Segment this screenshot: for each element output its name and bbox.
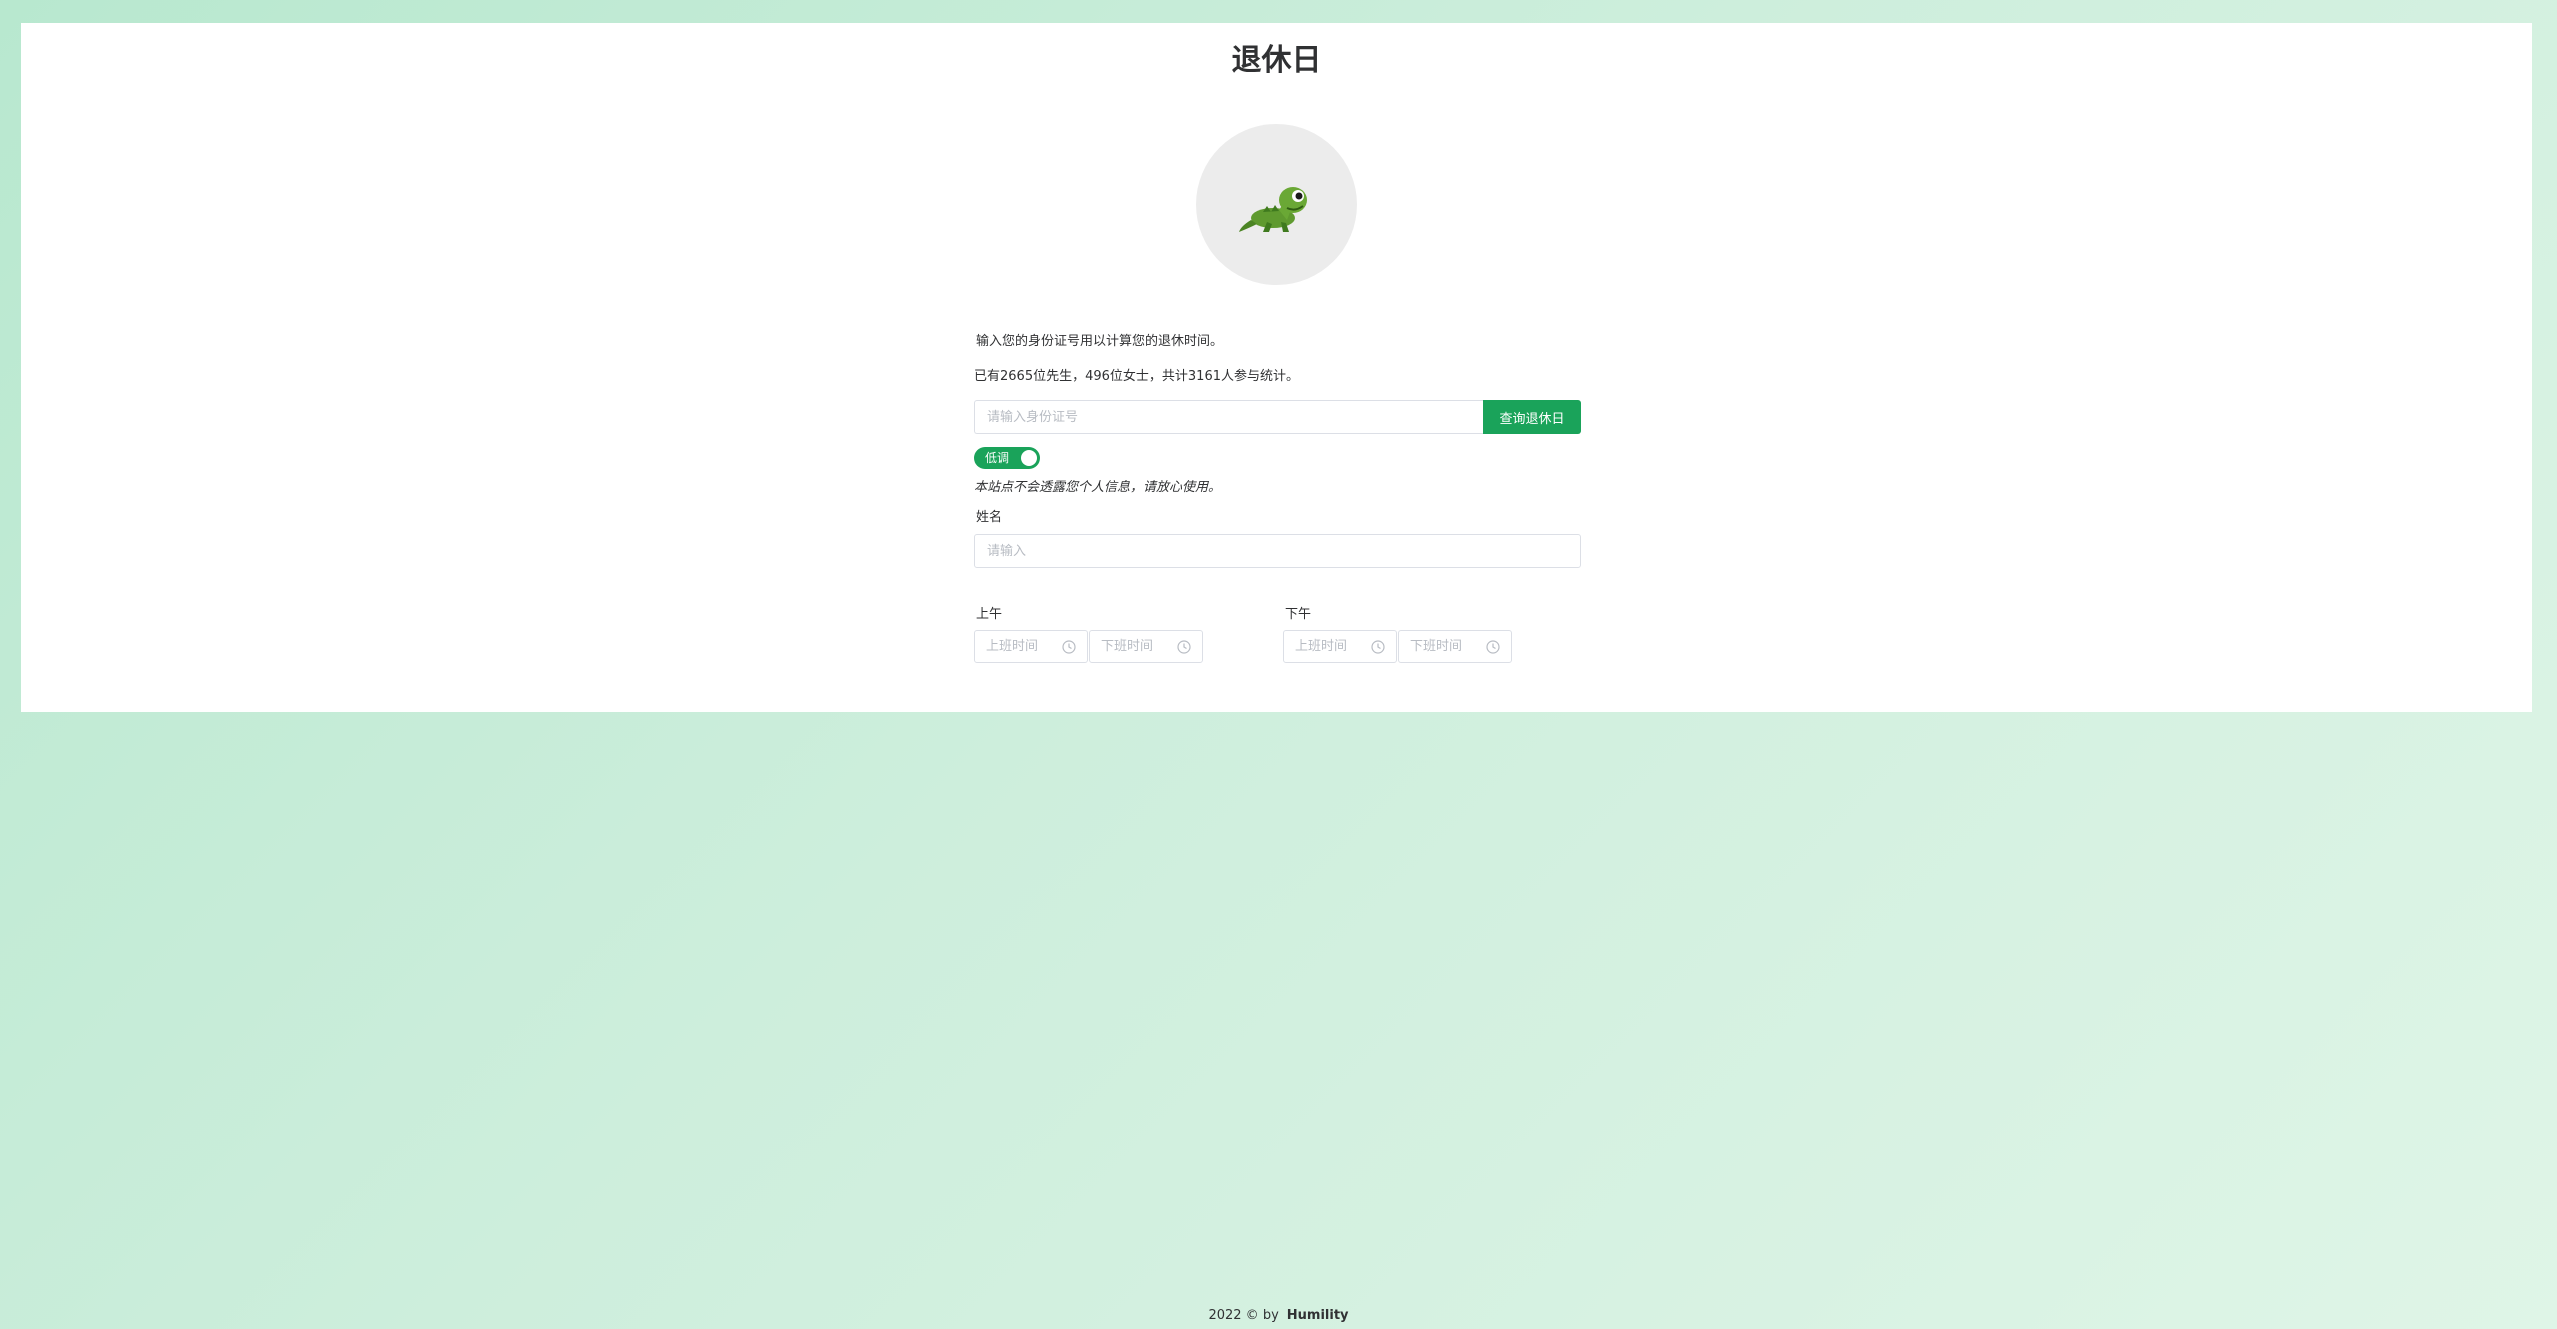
morning-label: 上午 [976, 607, 1003, 622]
query-retirement-button[interactable]: 查询退休日 [1483, 400, 1581, 434]
clock-icon [1486, 640, 1500, 654]
morning-end-time-picker[interactable] [1089, 630, 1203, 663]
footer-author-link[interactable]: Humility [1287, 1308, 1349, 1323]
avatar [1196, 124, 1357, 285]
name-input[interactable] [974, 534, 1581, 568]
id-number-input[interactable] [974, 400, 1485, 434]
morning-start-time-picker[interactable] [974, 630, 1088, 663]
morning-start-time-input[interactable] [975, 631, 1059, 662]
afternoon-start-time-picker[interactable] [1283, 630, 1397, 663]
name-label: 姓名 [976, 510, 1003, 525]
morning-end-time-input[interactable] [1090, 631, 1174, 662]
afternoon-end-time-input[interactable] [1399, 631, 1483, 662]
intro-line-2: 已有2665位先生，496位女士，共计3161人参与统计。 [974, 369, 1299, 384]
intro-line-1: 输入您的身份证号用以计算您的退休时间。 [976, 334, 1224, 349]
toggle-knob [1021, 450, 1037, 466]
privacy-note: 本站点不会透露您个人信息，请放心使用。 [974, 480, 1222, 495]
low-profile-toggle[interactable]: 低调 [974, 447, 1040, 469]
page-title: 退休日 [1231, 43, 1322, 78]
toggle-label: 低调 [985, 451, 1010, 465]
afternoon-end-time-picker[interactable] [1398, 630, 1512, 663]
afternoon-label: 下午 [1285, 607, 1312, 622]
clock-icon [1177, 640, 1191, 654]
afternoon-start-time-input[interactable] [1284, 631, 1368, 662]
lizard-icon [1238, 186, 1307, 232]
clock-icon [1371, 640, 1385, 654]
clock-icon [1062, 640, 1076, 654]
footer: 2022 © by Humility [0, 1307, 2557, 1325]
footer-copyright: 2022 © by [1208, 1308, 1279, 1323]
